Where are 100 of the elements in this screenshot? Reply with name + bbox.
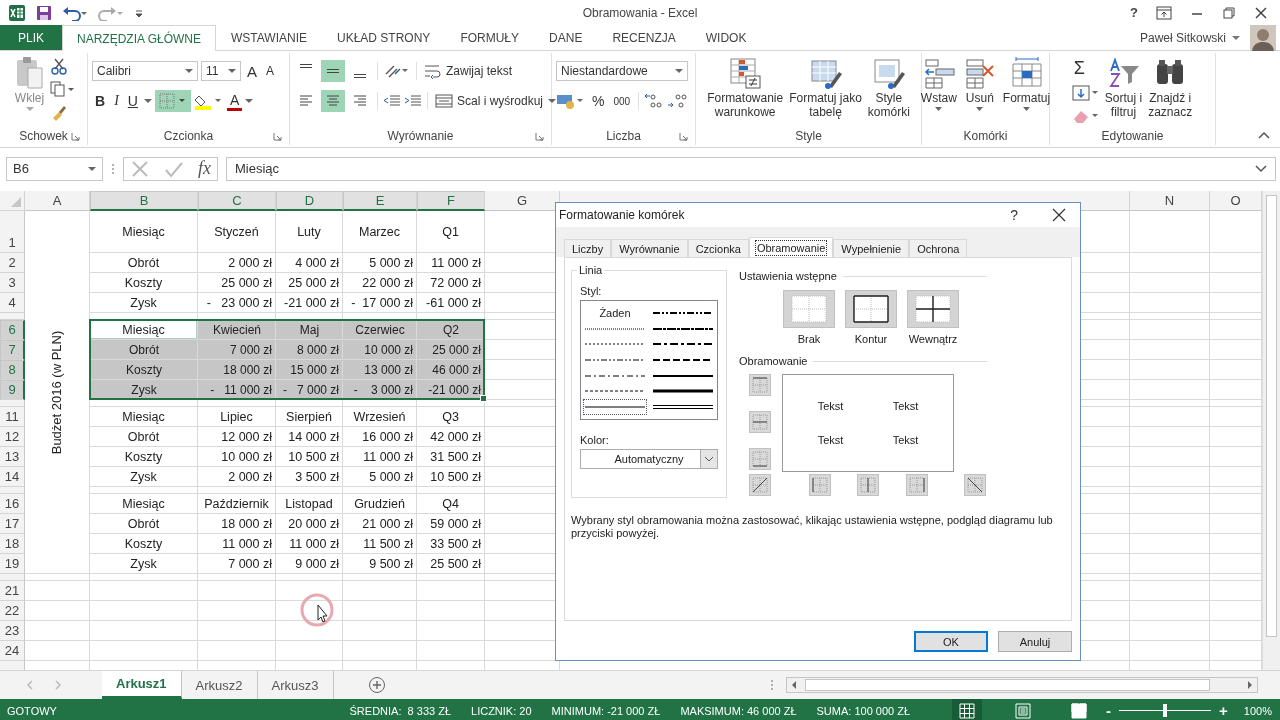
increase-indent-icon[interactable] xyxy=(404,93,422,109)
ribbon-button[interactable]: Formatowanie warunkowe xyxy=(705,55,786,120)
column-header[interactable]: O xyxy=(1210,191,1262,211)
horizontal-align-button[interactable] xyxy=(321,90,345,112)
sheet-cell[interactable]: 12 000 zł xyxy=(198,427,276,447)
sheet-cell[interactable] xyxy=(417,581,485,601)
sheet-cell[interactable] xyxy=(1130,400,1210,407)
sheet-cell[interactable] xyxy=(1130,601,1210,621)
sheet-cell[interactable] xyxy=(343,400,417,407)
color-dropdown[interactable]: Automatyczny xyxy=(580,449,718,469)
sheet-cell[interactable]: Obrót xyxy=(90,253,198,273)
row-header[interactable]: 11 xyxy=(0,407,25,427)
arrow-right-icon[interactable] xyxy=(1245,680,1255,690)
sheet-cell[interactable] xyxy=(1130,320,1210,340)
row-header[interactable]: 9 xyxy=(0,380,25,400)
close-icon[interactable] xyxy=(1254,5,1268,20)
column-header[interactable]: F xyxy=(417,191,485,211)
border-button[interactable] xyxy=(905,474,928,496)
column-header[interactable]: N xyxy=(1130,191,1210,211)
sheet-cell[interactable]: 11 500 zł xyxy=(343,534,417,554)
sheet-cell[interactable] xyxy=(25,601,90,621)
sheet-cell[interactable] xyxy=(90,601,198,621)
cancel-icon[interactable] xyxy=(130,158,150,179)
sheet-cell[interactable]: Zysk xyxy=(90,467,198,487)
sheet-cell[interactable]: 3 500 zł xyxy=(276,467,343,487)
sheet-cell[interactable] xyxy=(25,641,90,661)
sheet-cell[interactable] xyxy=(417,601,485,621)
sheet-cell[interactable]: - 3 000 zł xyxy=(343,380,417,400)
sheet-cell[interactable]: 21 000 zł xyxy=(343,514,417,534)
sheet-cell[interactable]: 9 500 zł xyxy=(343,554,417,574)
dialog-launcher-icon[interactable] xyxy=(71,131,80,141)
sheet-cell[interactable]: 7 000 zł xyxy=(198,340,276,360)
sheet-cell[interactable]: Wrzesień xyxy=(343,407,417,427)
sheet-cell[interactable]: 25 000 zł xyxy=(417,340,485,360)
sheet-cell[interactable]: 11 000 zł xyxy=(343,447,417,467)
sheet-cell[interactable] xyxy=(276,581,343,601)
sheet-cell[interactable] xyxy=(343,581,417,601)
sheet-cell[interactable]: Marzec xyxy=(343,211,417,253)
sheet-cell[interactable]: Listopad xyxy=(276,494,343,514)
sheet-cell[interactable] xyxy=(1130,554,1210,574)
splitter-icon[interactable] xyxy=(770,678,774,692)
sheet-cell[interactable]: 42 000 zł xyxy=(417,427,485,447)
row-header[interactable] xyxy=(0,400,25,407)
row-header[interactable] xyxy=(0,313,25,320)
sheet-cell[interactable] xyxy=(198,641,276,661)
ribbon-tab[interactable]: WIDOK xyxy=(690,25,762,50)
sheet-cell[interactable]: 7 000 zł xyxy=(198,554,276,574)
sheet-cell[interactable] xyxy=(1130,293,1210,313)
sheet-cell[interactable] xyxy=(25,581,90,601)
sheet-tab[interactable]: Arkusz1 xyxy=(102,671,182,699)
sheet-cell[interactable]: 5 000 zł xyxy=(343,253,417,273)
dialog-launcher-icon[interactable] xyxy=(535,131,544,141)
sheet-cell[interactable] xyxy=(276,487,343,494)
sheet-cell[interactable] xyxy=(1130,427,1210,447)
row-header[interactable] xyxy=(0,574,25,581)
sheet-cell[interactable]: - 7 000 zł xyxy=(276,380,343,400)
sheet-cell[interactable] xyxy=(1130,340,1210,360)
zoom-level[interactable]: 100% xyxy=(1243,704,1272,717)
sheet-cell[interactable]: Obrót xyxy=(90,514,198,534)
sheet-cell[interactable]: Koszty xyxy=(90,273,198,293)
sheet-cell[interactable]: -61 000 zł xyxy=(417,293,485,313)
sheet-cell[interactable] xyxy=(276,621,343,641)
sheet-cell[interactable]: Kwiecień xyxy=(198,320,276,340)
sheet-cell[interactable]: Q1 xyxy=(417,211,485,253)
sheet-cell[interactable]: Miesiąc xyxy=(90,407,198,427)
sheet-cell[interactable] xyxy=(198,487,276,494)
expand-icon[interactable] xyxy=(1255,164,1267,173)
font-color-button[interactable]: A xyxy=(226,91,243,111)
italic-button[interactable]: I xyxy=(111,90,122,112)
column-header[interactable]: G xyxy=(485,191,560,211)
sheet-cell[interactable]: Q4 xyxy=(417,494,485,514)
view-button[interactable] xyxy=(952,699,983,720)
sheet-cell[interactable] xyxy=(343,601,417,621)
sheet-cell[interactable]: 2 000 zł xyxy=(198,467,276,487)
zoom-in-button[interactable]: + xyxy=(1215,702,1232,719)
decrease-decimal-icon[interactable] xyxy=(667,92,688,110)
sheet-cell[interactable] xyxy=(276,400,343,407)
sheet-cell[interactable] xyxy=(1130,380,1210,400)
sheet-cell[interactable]: 10 000 zł xyxy=(343,340,417,360)
sheet-cell[interactable] xyxy=(343,487,417,494)
sheet-cell[interactable] xyxy=(1130,253,1210,273)
bold-button[interactable]: B xyxy=(92,90,109,112)
sheet-cell[interactable] xyxy=(343,641,417,661)
scroll-right-icon[interactable] xyxy=(54,680,62,690)
dialog-launcher-icon[interactable] xyxy=(679,131,688,141)
sheet-cell[interactable]: Czerwiec xyxy=(343,320,417,340)
sheet-cell[interactable]: 18 000 zł xyxy=(198,360,276,380)
number-format-dropdown[interactable]: Niestandardowe xyxy=(556,61,688,81)
caret-icon[interactable] xyxy=(143,98,152,104)
sheet-cell[interactable] xyxy=(1130,211,1210,253)
sheet-cell[interactable] xyxy=(1130,514,1210,534)
row-header[interactable]: 8 xyxy=(0,360,25,380)
corner-header[interactable] xyxy=(0,191,25,211)
sheet-cell[interactable] xyxy=(25,574,90,581)
border-button[interactable] xyxy=(808,474,831,496)
underline-button[interactable]: U xyxy=(124,90,141,112)
sheet-cell[interactable]: 8 000 zł xyxy=(276,340,343,360)
row-header[interactable]: 21 xyxy=(0,581,25,601)
row-header[interactable] xyxy=(0,661,25,670)
ribbon-button[interactable]: Znajdź i zaznacz xyxy=(1146,55,1195,120)
